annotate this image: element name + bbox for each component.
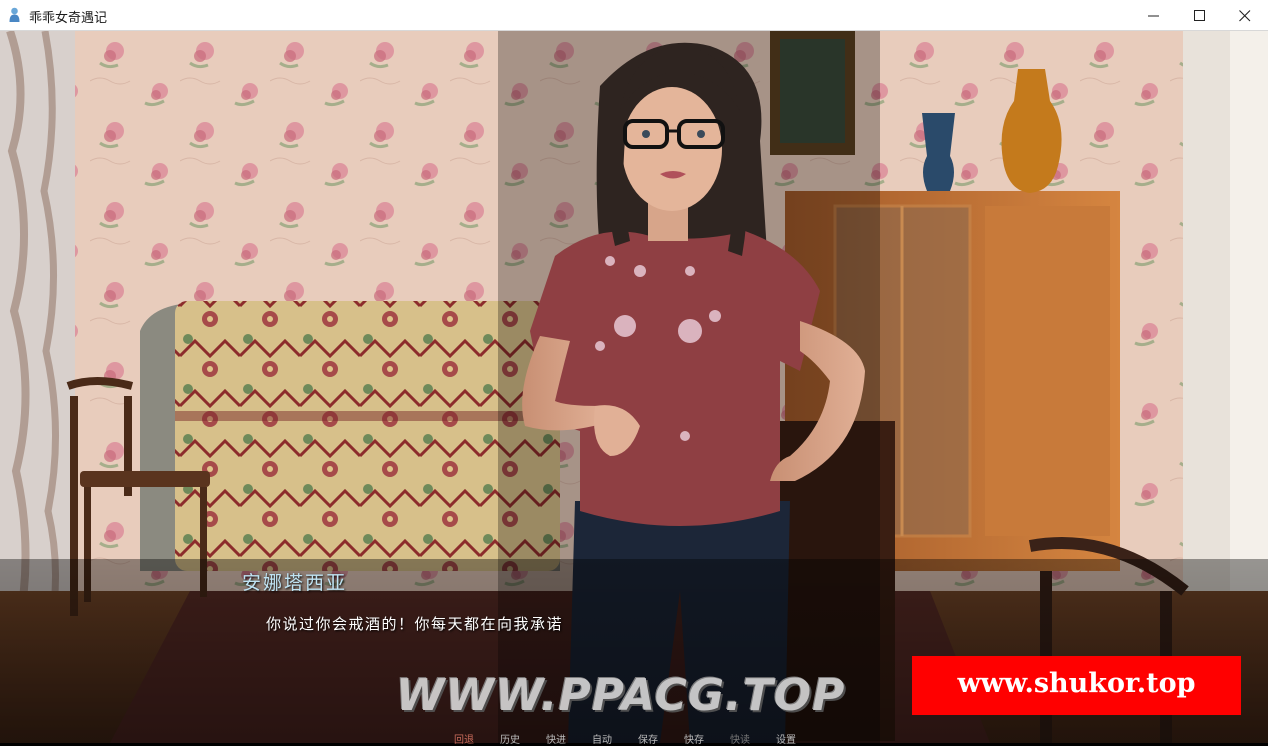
watermark-shukor-text: www.shukor.top — [957, 668, 1196, 699]
dialogue-text: 你说过你会戒酒的！你每天都在向我承诺 — [266, 615, 564, 633]
watermark-ppacg: WWW.PPACG.TOP — [396, 670, 846, 721]
maximize-icon — [1194, 10, 1205, 21]
minimize-button[interactable] — [1131, 0, 1177, 31]
close-button[interactable] — [1222, 0, 1268, 31]
maximize-button[interactable] — [1177, 0, 1223, 31]
minimize-icon — [1148, 15, 1159, 17]
window-title: 乖乖女奇遇记 — [29, 11, 108, 26]
watermark-shukor-badge: www.shukor.top — [912, 656, 1241, 715]
close-icon — [1239, 10, 1251, 22]
window-titlebar: 乖乖女奇遇记 — [0, 0, 1268, 31]
speaker-name: 安娜塔西亚 — [242, 572, 348, 594]
app-person-icon — [9, 7, 20, 22]
